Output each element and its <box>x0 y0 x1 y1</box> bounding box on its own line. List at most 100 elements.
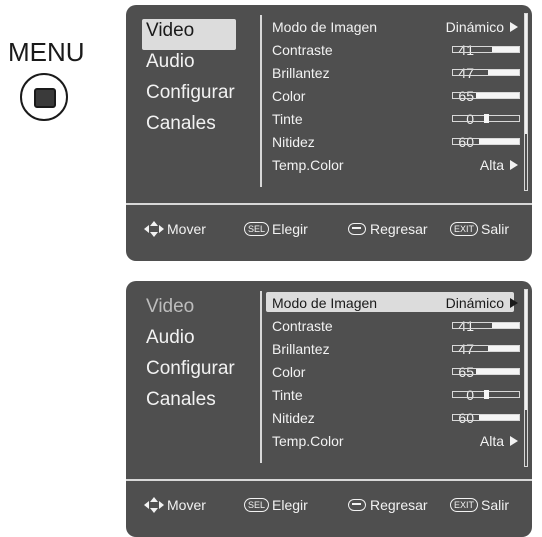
scrollbar[interactable] <box>524 289 528 467</box>
category-item-video[interactable]: Video <box>142 295 236 326</box>
category-item-audio[interactable]: Audio <box>142 326 236 357</box>
setting-row[interactable]: Contraste 41 <box>272 317 520 340</box>
setting-row[interactable]: Tinte 0 <box>272 386 520 409</box>
level-fill <box>487 70 519 75</box>
level-fill <box>479 139 519 144</box>
setting-row[interactable]: Nitidez 60 <box>272 133 520 156</box>
setting-row[interactable]: Color 65 <box>272 363 520 386</box>
setting-row[interactable]: Contraste 41 <box>272 41 520 64</box>
setting-row[interactable]: Brillantez 47 <box>272 64 520 87</box>
osd-footer: Mover SEL Elegir Regresar EXIT Salir <box>126 489 532 519</box>
footer-select-label: Elegir <box>272 221 308 237</box>
arrow-right-icon[interactable] <box>510 298 518 308</box>
osd-footer: Mover SEL Elegir Regresar EXIT Salir <box>126 213 532 243</box>
level-bar[interactable] <box>452 69 520 76</box>
settings-list: Modo de Imagen Dinámico Contraste 41 Brillan… <box>266 292 520 455</box>
menu-label: MENU <box>8 37 85 67</box>
sel-key-icon: SEL <box>244 498 270 512</box>
category-item-configurar[interactable]: Configurar <box>142 81 236 112</box>
category-item-audio[interactable]: Audio <box>142 50 236 81</box>
footer-select-label: Elegir <box>272 497 308 513</box>
osd-panel-1: Video Audio Configurar Canales Modo de Image… <box>126 5 532 261</box>
setting-label: Nitidez <box>272 134 315 150</box>
return-icon <box>348 223 366 235</box>
setting-label: Contraste <box>272 42 333 58</box>
category-item-canales[interactable]: Canales <box>142 388 236 419</box>
exit-key-icon: EXIT <box>450 222 479 236</box>
setting-label: Nitidez <box>272 410 315 426</box>
footer-move-label: Mover <box>167 221 206 237</box>
move-arrows-icon <box>144 497 164 513</box>
level-bar[interactable] <box>452 138 520 145</box>
setting-row[interactable]: Modo de Imagen Dinámico <box>272 18 518 41</box>
setting-value: Alta <box>479 433 504 449</box>
footer-move: Mover <box>144 221 206 237</box>
level-fill <box>476 369 519 374</box>
category-menu: Video Audio Configurar Canales <box>142 295 236 419</box>
footer-divider <box>126 203 532 205</box>
setting-row[interactable]: Brillantez 47 <box>272 340 520 363</box>
setting-label: Temp.Color <box>272 157 344 173</box>
setting-label: Modo de Imagen <box>272 19 378 35</box>
setting-value: Dinámico <box>445 295 504 311</box>
setting-row[interactable]: Modo de Imagen Dinámico <box>266 292 518 317</box>
settings-list: Modo de Imagen Dinámico Contraste 41 Brillan… <box>272 18 520 179</box>
setting-label: Color <box>272 364 306 380</box>
level-bar[interactable] <box>452 46 520 53</box>
category-menu: Video Audio Configurar Canales <box>142 19 236 143</box>
footer-move-label: Mover <box>167 497 206 513</box>
setting-label: Temp.Color <box>272 433 344 449</box>
footer-back-label: Regresar <box>370 221 428 237</box>
level-fill <box>491 323 519 328</box>
footer-move: Mover <box>144 497 206 513</box>
level-bar[interactable] <box>452 414 520 421</box>
setting-row[interactable]: Nitidez 60 <box>272 409 520 432</box>
level-fill <box>479 415 519 420</box>
setting-value: Alta <box>479 157 504 173</box>
category-item-video[interactable]: Video <box>142 19 236 50</box>
footer-exit: EXIT Salir <box>450 221 509 237</box>
tint-knob <box>484 114 489 123</box>
menu-divider <box>260 15 262 187</box>
menu-divider <box>260 291 262 463</box>
footer-back: Regresar <box>348 221 428 237</box>
category-item-configurar[interactable]: Configurar <box>142 357 236 388</box>
menu-button-icon[interactable] <box>20 73 68 121</box>
scrollbar-thumb[interactable] <box>525 290 527 410</box>
tint-knob <box>484 390 489 399</box>
setting-label: Color <box>272 88 306 104</box>
setting-label: Tinte <box>272 111 303 127</box>
osd-panel-2: Video Audio Configurar Canales Modo de Image… <box>126 281 532 537</box>
scrollbar-thumb[interactable] <box>525 14 527 134</box>
setting-row[interactable]: Temp.Color Alta <box>272 432 518 455</box>
footer-back: Regresar <box>348 497 428 513</box>
setting-label: Tinte <box>272 387 303 403</box>
arrow-right-icon[interactable] <box>510 436 518 446</box>
arrow-right-icon[interactable] <box>510 160 518 170</box>
arrow-right-icon[interactable] <box>510 22 518 32</box>
level-fill <box>487 346 519 351</box>
setting-value: Dinámico <box>445 19 504 35</box>
setting-label: Modo de Imagen <box>272 295 378 311</box>
footer-back-label: Regresar <box>370 497 428 513</box>
scrollbar[interactable] <box>524 13 528 191</box>
return-icon <box>348 499 366 511</box>
level-fill <box>491 47 519 52</box>
level-bar[interactable] <box>452 322 520 329</box>
setting-row[interactable]: Tinte 0 <box>272 110 520 133</box>
footer-divider <box>126 479 532 481</box>
footer-exit-label: Salir <box>481 497 510 513</box>
category-item-canales[interactable]: Canales <box>142 112 236 143</box>
setting-row[interactable]: Temp.Color Alta <box>272 156 518 179</box>
level-bar[interactable] <box>452 92 520 99</box>
setting-label: Brillantez <box>272 65 330 81</box>
level-bar[interactable] <box>452 368 520 375</box>
level-bar[interactable] <box>452 390 520 399</box>
level-bar[interactable] <box>452 345 520 352</box>
setting-row[interactable]: Color 65 <box>272 87 520 110</box>
level-fill <box>476 93 519 98</box>
level-bar[interactable] <box>452 114 520 123</box>
footer-select: SEL Elegir <box>244 221 308 237</box>
move-arrows-icon <box>144 221 164 237</box>
footer-select: SEL Elegir <box>244 497 308 513</box>
